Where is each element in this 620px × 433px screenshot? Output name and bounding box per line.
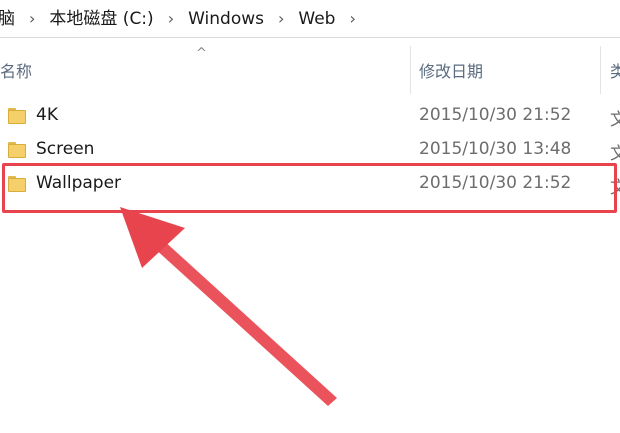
arrow-icon — [120, 207, 337, 406]
arrow-shaft — [142, 229, 337, 406]
